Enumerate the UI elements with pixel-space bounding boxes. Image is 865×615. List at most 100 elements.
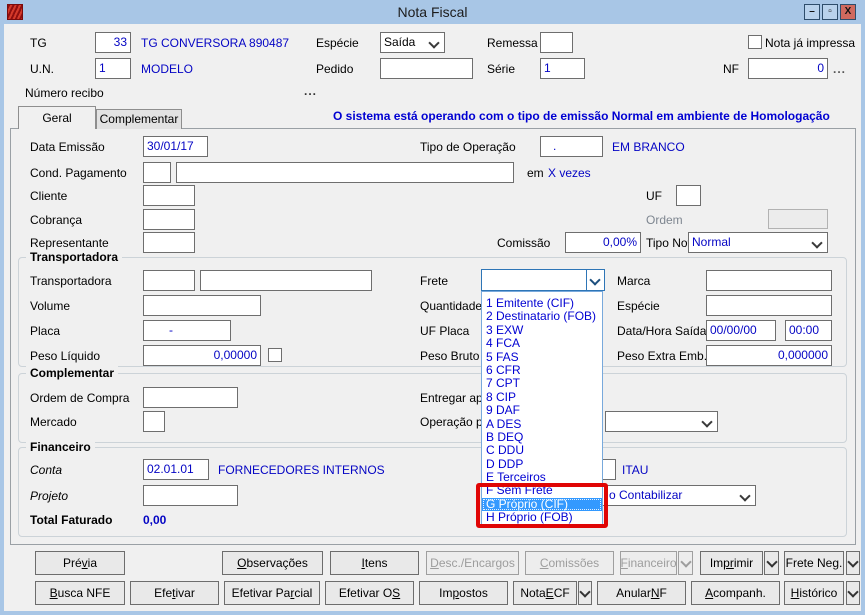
transportadora-desc-field[interactable] [200, 270, 372, 291]
pedido-field[interactable] [380, 58, 473, 79]
tab-complementar[interactable]: Complementar [96, 109, 182, 129]
representante-field[interactable] [143, 232, 195, 253]
previa-button[interactable]: Pré v ia [35, 551, 125, 575]
numero-recibo-more-button[interactable]: ... [304, 84, 317, 98]
frete-option[interactable]: 3 EXW [482, 324, 602, 337]
nf-more-button[interactable]: ... [833, 62, 846, 76]
nota-ja-impressa-label: Nota já impressa [765, 36, 856, 50]
nf-field[interactable]: 0 [748, 58, 828, 79]
chevron-down-icon [765, 555, 778, 568]
tab-geral[interactable]: Geral [18, 106, 96, 129]
remessa-field[interactable] [540, 32, 573, 53]
placa-field[interactable]: - [143, 320, 231, 341]
imprimir-dropdown-button[interactable] [764, 551, 779, 575]
placa-label: Placa [30, 324, 61, 338]
efetivar-parcial-button[interactable]: Efetivar Pa r cial [224, 581, 320, 605]
peso-extra-label: Peso Extra Emb. [617, 349, 708, 363]
frete-neg-button[interactable]: Frete Ne g. [784, 551, 844, 575]
chevron-down-icon [579, 585, 591, 598]
peso-bruto-label: Peso Bruto [420, 349, 480, 363]
banco-description: ITAU [622, 463, 649, 477]
complementar-group-title: Complementar [26, 366, 119, 380]
anular-nf-button[interactable]: Anular NF [597, 581, 686, 605]
minimize-button[interactable]: – [804, 4, 820, 20]
nota-ecf-button[interactable]: Nota E CF [513, 581, 577, 605]
busca-nfe-button[interactable]: Busca NFE [35, 581, 125, 605]
operacao-presencial-select[interactable] [605, 411, 718, 432]
impostos-button[interactable]: Im p ostos [419, 581, 508, 605]
ordem-compra-field[interactable] [143, 387, 238, 408]
un-field[interactable]: 1 [95, 58, 131, 79]
frete-neg-dropdown-button[interactable] [846, 551, 860, 575]
frete-option[interactable]: D DDP [482, 458, 602, 471]
frete-option[interactable]: B DEQ [482, 431, 602, 444]
representante-label: Representante [30, 236, 109, 250]
conta-field[interactable]: 02.01.01 [143, 459, 209, 480]
maximize-button[interactable]: ▫ [822, 4, 838, 20]
especie-transp-label: Espécie [617, 299, 660, 313]
frete-option[interactable]: 5 FAS [482, 351, 602, 364]
emission-mode-message: O sistema está operando com o tipo de em… [333, 109, 830, 123]
tipo-operacao-field[interactable]: . [540, 136, 603, 157]
frete-option[interactable]: 4 FCA [482, 337, 602, 350]
cobranca-field[interactable] [143, 209, 195, 230]
contabilizar-value: o Contabilizar [609, 488, 683, 502]
chevron-down-icon [847, 585, 859, 598]
ordem-compra-label: Ordem de Compra [30, 391, 130, 405]
frete-option[interactable]: 7 CPT [482, 377, 602, 390]
tg-description: TG CONVERSORA 890487 [141, 36, 290, 50]
transportadora-code-field[interactable] [143, 270, 195, 291]
observacoes-button[interactable]: Observações [222, 551, 323, 575]
frete-option[interactable]: 8 CIP [482, 391, 602, 404]
chevron-down-icon [428, 37, 440, 49]
nf-label: NF [723, 62, 739, 76]
hora-saida-field[interactable]: 00:00 [785, 320, 832, 341]
uf-placa-label: UF Placa [420, 324, 470, 338]
historico-button[interactable]: Histórico [784, 581, 844, 605]
nota-ja-impressa-checkbox[interactable] [748, 35, 762, 49]
frete-option[interactable]: C DDU [482, 444, 602, 457]
financeiro-dropdown-button [678, 551, 693, 575]
chevron-down-icon [701, 416, 713, 428]
peso-liquido-field[interactable]: 0,00000 [143, 345, 261, 366]
comissao-label: Comissão [497, 236, 551, 250]
desc-encargos-button: Desc./Encargos [426, 551, 519, 575]
uf-field[interactable] [676, 185, 701, 206]
comissao-field[interactable]: 0,00% [565, 232, 641, 253]
frete-option[interactable]: A DES [482, 418, 602, 431]
frete-option[interactable]: 6 CFR [482, 364, 602, 377]
nota-ecf-dropdown-button[interactable] [578, 581, 592, 605]
peso-extra-field[interactable]: 0,000000 [706, 345, 832, 366]
frete-option[interactable]: 9 DAF [482, 404, 602, 417]
data-saida-field[interactable]: 00/00/00 [706, 320, 776, 341]
marca-field[interactable] [706, 270, 832, 291]
peso-liquido-checkbox[interactable] [268, 348, 282, 362]
frete-option[interactable]: 1 Emitente (CIF) [482, 297, 602, 310]
mercado-field[interactable] [143, 411, 165, 432]
close-button[interactable]: X [840, 4, 856, 20]
especie-transp-field[interactable] [706, 295, 832, 316]
data-emissao-label: Data Emissão [30, 140, 105, 154]
volume-field[interactable] [143, 295, 261, 316]
efetivar-os-button[interactable]: Efetivar OS [325, 581, 414, 605]
itens-button[interactable]: Itens [330, 551, 419, 575]
tg-field[interactable]: 33 [95, 32, 131, 53]
imprimir-button[interactable]: Im pr imir [700, 551, 763, 575]
frete-select[interactable] [481, 269, 605, 291]
frete-option[interactable]: 2 Destinatario (FOB) [482, 310, 602, 323]
cond-pagamento-desc-field[interactable] [176, 162, 514, 183]
cond-pagamento-code-field[interactable] [143, 162, 171, 183]
projeto-field[interactable] [143, 485, 238, 506]
cliente-field[interactable] [143, 185, 195, 206]
financeiro-group-title: Financeiro [26, 440, 95, 454]
uf-label: UF [646, 189, 662, 203]
serie-field[interactable]: 1 [540, 58, 585, 79]
efetivar-button[interactable]: Efe t ivar [130, 581, 219, 605]
tipo-nota-select[interactable]: Normal [688, 232, 828, 253]
acompanh-button[interactable]: Acompanh. [691, 581, 780, 605]
historico-dropdown-button[interactable] [846, 581, 860, 605]
pedido-label: Pedido [316, 62, 354, 76]
annotation-highlight-box [476, 483, 608, 528]
especie-select[interactable]: Saída [380, 32, 445, 53]
data-emissao-field[interactable]: 30/01/17 [143, 136, 208, 157]
